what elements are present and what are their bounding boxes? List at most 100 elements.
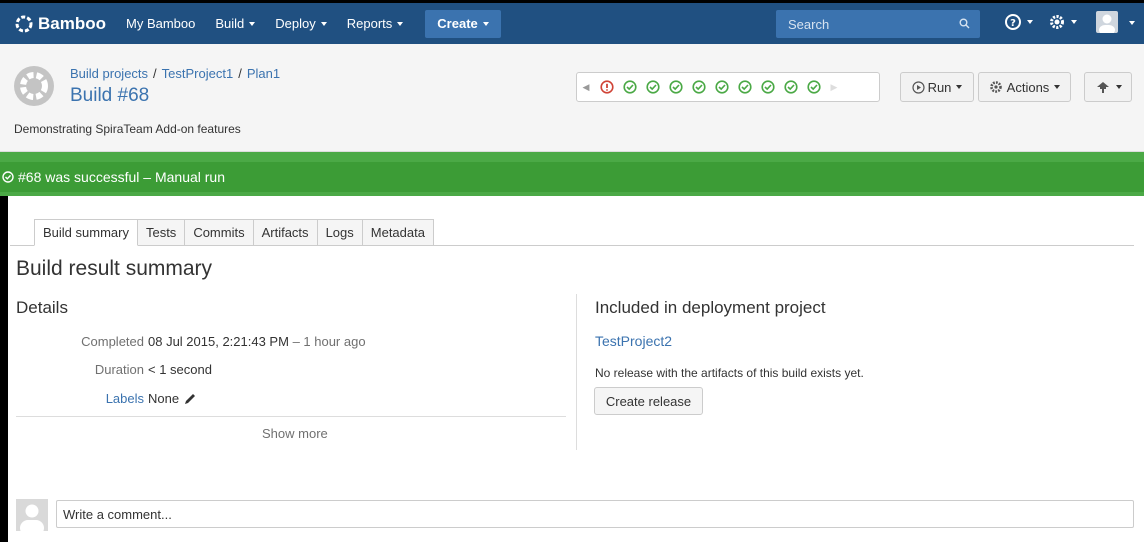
history-next-button[interactable]: ▶ — [825, 82, 843, 93]
svg-text:?: ? — [1010, 18, 1016, 29]
tab-build-summary[interactable]: Build summary — [34, 219, 138, 246]
favourite-menu-button[interactable] — [1084, 72, 1132, 102]
chevron-down-icon — [1027, 20, 1033, 24]
project-avatar-icon — [14, 66, 54, 106]
deployment-project-link[interactable]: TestProject2 — [595, 333, 672, 349]
nav-build-label: Build — [215, 16, 245, 31]
deployment-heading: Included in deployment project — [595, 298, 826, 317]
completed-value: 08 Jul 2015, 2:21:43 PM – 1 hour ago — [148, 334, 366, 349]
history-build-success[interactable] — [756, 73, 779, 101]
history-build-success[interactable] — [687, 73, 710, 101]
play-icon — [911, 80, 925, 94]
history-build-success[interactable] — [710, 73, 733, 101]
page: Bamboo My Bamboo Build Deploy Reports Cr… — [0, 0, 1144, 542]
success-icon — [806, 80, 821, 94]
user-icon — [20, 504, 44, 531]
build-status-banner: #68 was successful – Manual run — [0, 152, 1144, 196]
tab-commits[interactable]: Commits — [185, 219, 254, 246]
labels-link[interactable]: Labels — [106, 391, 144, 406]
gear-icon — [1050, 15, 1064, 29]
tab-artifacts[interactable]: Artifacts — [253, 219, 318, 246]
tab-tests[interactable]: Tests — [137, 219, 186, 246]
pencil-icon[interactable] — [183, 392, 197, 406]
breadcrumb-separator: / — [153, 66, 157, 81]
user-avatar[interactable] — [1096, 11, 1118, 33]
chevron-down-icon[interactable] — [1129, 21, 1135, 25]
create-button-label: Create — [437, 16, 478, 31]
run-button[interactable]: Run — [900, 72, 974, 102]
avatar — [16, 499, 48, 531]
nav-deploy[interactable]: Deploy — [275, 16, 327, 31]
help-menu[interactable]: ? — [1004, 13, 1033, 31]
details-divider — [16, 416, 566, 417]
plan-header: Build projects / TestProject1 / Plan1 Build … — [0, 44, 1144, 152]
build-status-text: #68 was successful – Manual run — [18, 169, 225, 185]
bamboo-logo[interactable]: Bamboo — [14, 14, 106, 34]
completed-label: Completed — [81, 334, 144, 349]
success-icon — [760, 80, 775, 94]
create-release-button[interactable]: Create release — [594, 387, 703, 415]
breadcrumb-project[interactable]: TestProject1 — [162, 66, 234, 81]
create-button[interactable]: Create — [425, 9, 501, 38]
top-navigation: Bamboo My Bamboo Build Deploy Reports Cr… — [0, 0, 1144, 44]
failed-icon — [599, 80, 614, 94]
tab-bar: Build summary Tests Commits Artifacts Lo… — [34, 219, 434, 246]
details-heading: Details — [16, 298, 68, 317]
actions-button[interactable]: Actions — [978, 72, 1071, 102]
plan-description: Demonstrating SpiraTeam Add-on features — [14, 122, 241, 136]
labels-none: None — [148, 391, 180, 406]
history-build-success[interactable] — [618, 73, 641, 101]
breadcrumb-separator: / — [238, 66, 242, 81]
show-more-link[interactable]: Show more — [262, 426, 328, 441]
history-build-success[interactable] — [664, 73, 687, 101]
flag-icon — [1096, 82, 1109, 93]
history-build-failed[interactable] — [595, 73, 618, 101]
labels-value: None — [148, 391, 197, 406]
chevron-down-icon — [249, 21, 256, 26]
actions-button-label: Actions — [1006, 79, 1050, 95]
page-title: Build #68 — [70, 85, 150, 106]
tab-metadata[interactable]: Metadata — [362, 219, 434, 246]
success-icon — [645, 80, 660, 94]
history-build-success[interactable] — [641, 73, 664, 101]
history-build-success[interactable] — [802, 73, 825, 101]
history-prev-button[interactable]: ◀ — [577, 82, 595, 93]
tab-logs[interactable]: Logs — [317, 219, 363, 246]
duration-label: Duration — [94, 362, 144, 377]
chevron-down-icon — [1115, 85, 1122, 89]
history-items — [595, 73, 825, 101]
build-history-navigator: ◀ ▶ — [576, 72, 880, 102]
chevron-down-icon — [1071, 20, 1077, 24]
run-button-label: Run — [927, 79, 952, 95]
chevron-down-icon — [397, 21, 404, 26]
comment-input[interactable]: Write a comment... — [56, 500, 1134, 528]
chevron-down-icon — [320, 21, 327, 26]
completed-date: 08 Jul 2015, 2:21:43 PM — [148, 334, 289, 349]
history-build-success[interactable] — [779, 73, 802, 101]
column-divider — [576, 294, 577, 450]
nav-reports[interactable]: Reports — [347, 16, 404, 31]
search-input[interactable]: Search — [776, 10, 980, 38]
bamboo-logo-icon — [15, 15, 33, 32]
success-icon — [737, 80, 752, 94]
chevron-down-icon — [956, 85, 963, 89]
success-icon — [783, 80, 798, 94]
success-icon — [668, 80, 683, 94]
history-build-success[interactable] — [733, 73, 756, 101]
nav-my-bamboo[interactable]: My Bamboo — [126, 16, 195, 31]
chevron-down-icon — [482, 21, 489, 26]
success-icon — [691, 80, 706, 94]
help-icon: ? — [1005, 14, 1021, 30]
chevron-down-icon — [1054, 85, 1061, 89]
breadcrumb-build-projects[interactable]: Build projects — [70, 66, 148, 81]
success-icon — [714, 80, 729, 94]
deployment-message: No release with the artifacts of this bu… — [595, 366, 864, 380]
logo-text: Bamboo — [38, 13, 106, 33]
nav-build[interactable]: Build — [215, 16, 256, 31]
breadcrumb-plan[interactable]: Plan1 — [247, 66, 280, 81]
nav-deploy-label: Deploy — [275, 16, 316, 31]
settings-menu[interactable] — [1048, 13, 1077, 31]
gear-icon — [989, 81, 1002, 93]
nav-my-bamboo-label: My Bamboo — [126, 16, 196, 31]
comment-placeholder: Write a comment... — [63, 506, 172, 522]
